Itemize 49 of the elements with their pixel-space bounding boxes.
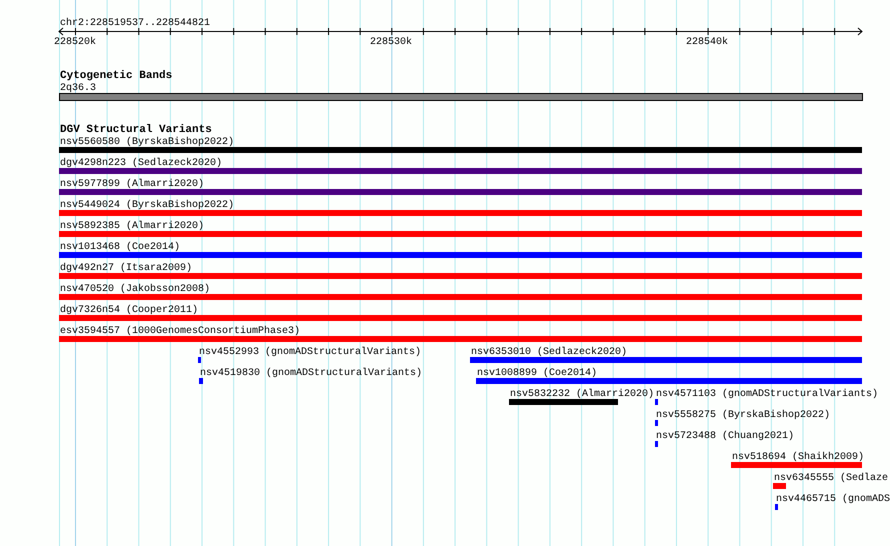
variant-bar[interactable] xyxy=(655,399,658,405)
feature-label: nsv5832232 (Almarri2020) xyxy=(510,389,654,400)
feature-label: dgv7326n54 (Cooper2011) xyxy=(60,305,198,316)
feature-label: nsv5977899 (Almarri2020) xyxy=(60,179,204,190)
location-text: chr2:228519537..228544821 xyxy=(60,18,210,29)
variant-bar[interactable] xyxy=(59,315,862,321)
variant-bar[interactable] xyxy=(470,357,862,363)
variant-bar[interactable] xyxy=(59,273,862,279)
feature-label: nsv1008899 (Coe2014) xyxy=(477,368,598,379)
feature-label: nsv5449024 (ByrskaBishop2022) xyxy=(60,200,234,211)
variant-bar[interactable] xyxy=(773,483,786,489)
feature-label: nsv4465715 (gnomADS xyxy=(776,494,890,505)
variant-bar[interactable] xyxy=(59,294,862,300)
feature-label: nsv4571103 (gnomADStructuralVariants) xyxy=(656,389,878,400)
variant-bar[interactable] xyxy=(198,357,201,363)
feature-label: nsv6353010 (Sedlazeck2020) xyxy=(471,347,628,358)
variant-bar[interactable] xyxy=(59,336,862,342)
tick-label: 228540k xyxy=(686,37,728,48)
variant-bar[interactable] xyxy=(199,378,203,384)
variant-bar[interactable] xyxy=(731,462,862,468)
variant-bar[interactable] xyxy=(655,420,658,426)
feature-label: nsv4552993 (gnomADStructuralVariants) xyxy=(199,347,422,358)
variant-bar[interactable] xyxy=(509,399,618,405)
track-title: Cytogenetic Bands xyxy=(60,70,172,82)
variant-bar[interactable] xyxy=(476,378,862,384)
feature-label: nsv4519830 (gnomADStructuralVariants) xyxy=(200,368,422,379)
feature-label: 2q36.3 xyxy=(60,83,96,94)
feature-label: nsv470520 (Jakobsson2008) xyxy=(60,284,210,295)
feature-label: nsv6345555 (Sedlaze xyxy=(774,473,888,484)
feature-label: nsv5892385 (Almarri2020) xyxy=(60,221,204,232)
variant-bar[interactable] xyxy=(775,504,778,510)
variant-bar[interactable] xyxy=(59,210,862,216)
track-title: DGV Structural Variants xyxy=(60,124,212,136)
variant-bar[interactable] xyxy=(59,189,862,195)
feature-label: dgv4298n223 (Sedlazeck2020) xyxy=(60,158,222,169)
feature-label: nsv5558275 (ByrskaBishop2022) xyxy=(656,410,830,421)
tick-label: 228520k xyxy=(54,37,96,48)
variant-bar[interactable] xyxy=(59,252,862,258)
variant-bar[interactable] xyxy=(59,231,862,237)
variant-bar[interactable] xyxy=(655,441,658,447)
feature-label: dgv492n27 (Itsara2009) xyxy=(60,263,192,274)
variant-bar[interactable] xyxy=(59,147,862,153)
variant-bar[interactable] xyxy=(59,168,862,174)
feature-label: esv3594557 (1000GenomesConsortiumPhase3) xyxy=(60,326,300,337)
feature-label: nsv518694 (Shaikh2009) xyxy=(732,452,864,463)
feature-label: nsv5723488 (Chuang2021) xyxy=(656,431,794,442)
feature-label: nsv1013468 (Coe2014) xyxy=(60,242,180,253)
tick-label: 228530k xyxy=(370,37,412,48)
feature-label: nsv5560580 (ByrskaBishop2022) xyxy=(60,137,234,148)
